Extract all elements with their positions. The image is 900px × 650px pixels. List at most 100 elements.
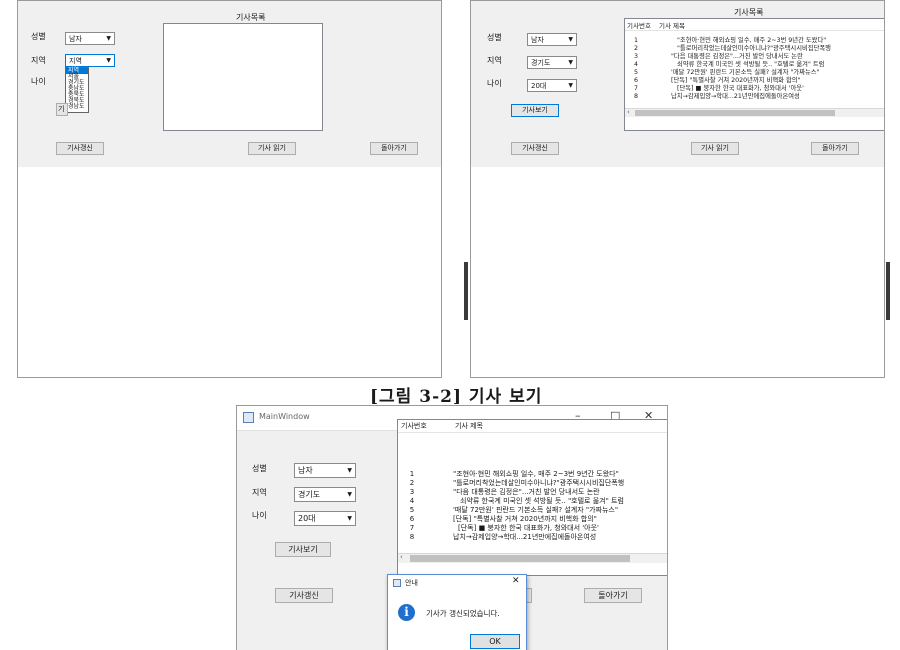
chevron-down-icon[interactable]: ▼ [568,57,573,69]
table-row[interactable]: 7 [단독] ■ 붕자한 한국 대표화가, 청와대서 '아웃' [625,85,884,93]
back-button[interactable]: 돌아가기 [584,588,642,603]
table-row[interactable]: 1 "조현아·현민 해외쇼핑 일수, 매주 2~3번 9년간 도왔다" [625,37,884,45]
scrollbar-thumb[interactable] [635,110,835,116]
region-dropdown-list[interactable]: 지역 서울 경기도 충남도 충북도 경북도 경남도 [65,67,89,113]
age-combobox[interactable]: 20대 ▼ [294,511,356,526]
region-value: 경기도 [531,59,551,67]
col-no-header: 기사번호 [627,22,651,30]
article-no: 6 [409,515,415,523]
region-value: 경기도 [298,490,321,499]
table-row[interactable]: 6 [단독] "특별사찰 거쳐 2020년까지 비핵화 합의" [625,77,884,85]
separator-bar [464,262,468,320]
col-title-header: 기사 제목 [659,22,685,30]
table-row[interactable]: 4 쇠약류 한국계 미국인 셋 석방될 듯.. "호텔로 옮겨" 트럼 [625,61,884,69]
region-combobox[interactable]: 경기도 ▼ [527,56,577,69]
back-button[interactable]: 돌아가기 [811,142,859,155]
article-title: 쇠약류 한국계 미국인 셋 석방될 듯.. "호텔로 옮겨" 트럼 [460,497,624,505]
figure-caption: [그림 3-2] 기사 보기 [370,387,543,407]
screenshot-update-dialog: MainWindow – □ ✕ 기사목록 성별 남자 ▼ 지역 경기도 ▼ 나… [236,405,668,650]
chevron-down-icon[interactable]: ▼ [347,512,352,526]
table-row[interactable]: 2 "틀로머리착었는데살인미수아니냐?"광주택시시비집단폭행 [625,45,884,53]
article-no: 8 [633,93,638,100]
table-row[interactable]: 1 "조현아·현민 해외쇼핑 일수, 매주 2~3번 9년간 도왔다" [398,470,667,479]
article-title: [단독] ■ 붕자한 한국 대표화가, 청와대서 '아웃' [677,85,804,92]
list-header: 기사번호 기사 제목 [625,19,884,31]
scroll-left-icon[interactable]: ‹ [400,553,403,561]
read-article-button[interactable]: 기사 읽기 [248,142,296,155]
region-option[interactable]: 경남도 [66,104,88,110]
region-label: 지역 [31,56,46,65]
table-row[interactable]: 7 [단독] ■ 붕자한 한국 대표화가, 청와대서 '아웃' [398,524,667,533]
article-no: 7 [409,524,415,532]
table-row[interactable]: 3 "다음 대통령은 김정은"...거친 발언 당내서도 논란 [398,488,667,497]
region-combobox[interactable]: 경기도 ▼ [294,487,356,502]
gender-combobox[interactable]: 남자 ▼ [527,33,577,46]
article-title: "틀로머리착었는데살인미수아니냐?"광주택시시비집단폭행 [453,479,625,487]
view-article-button[interactable]: 기사보기 [511,104,559,117]
back-button[interactable]: 돌아가기 [370,142,418,155]
col-title-header: 기사 제목 [455,422,483,430]
dialog-message: 기사가 갱신되었습니다. [426,609,500,618]
article-title: "조현아·현민 해외쇼핑 일수, 매주 2~3번 9년간 도왔다" [677,37,827,44]
window-icon [393,579,401,587]
article-listbox[interactable] [163,23,323,131]
update-articles-button[interactable]: 기사갱신 [511,142,559,155]
update-articles-button[interactable]: 기사갱신 [56,142,104,155]
table-row[interactable]: 6 [단독] "특별사찰 거쳐 2020년까지 비핵화 합의" [398,515,667,524]
age-label: 나이 [487,79,502,88]
article-title: '매달 72만원' 핀란드 기본소득 실패? 설계자 "가짜뉴스" [671,69,820,76]
horizontal-scrollbar[interactable]: ‹ [625,108,884,117]
list-title: 기사목록 [734,8,764,17]
table-row[interactable]: 2 "틀로머리착었는데살인미수아니냐?"광주택시시비집단폭행 [398,479,667,488]
article-listbox[interactable]: 기사번호 기사 제목 1 "조현아·현민 해외쇼핑 일수, 매주 2~3번 9년… [397,419,667,576]
empty-client-area [18,167,441,377]
screenshot-dropdown-open: 기사목록 성별 남자 ▼ 지역 지역 ▼ 지역 서울 경기도 충남도 충북도 경… [17,0,442,378]
age-value: 20대 [531,82,547,90]
table-row[interactable]: 4 쇠약류 한국계 미국인 셋 석방될 듯.. "호텔로 옮겨" 트럼 [398,497,667,506]
ok-button[interactable]: OK [470,634,520,649]
gender-combobox[interactable]: 남자 ▼ [294,463,356,478]
article-title: 납치→감제입양→학대...21년만에집에돌아온여성 [453,533,597,541]
window-title: MainWindow [259,412,310,421]
horizontal-scrollbar[interactable]: ‹ [398,553,667,563]
article-title: "다음 대통령은 김정은"...거친 발언 당내서도 논란 [671,53,803,60]
article-no: 3 [409,488,415,496]
view-article-button[interactable]: 기사보기 [275,542,331,557]
article-no: 2 [409,479,415,487]
screenshot-articles-listed: 기사목록 성별 남자 ▼ 지역 경기도 ▼ 나이 20대 ▼ 기사보기 기사번호… [470,0,885,378]
read-article-button[interactable]: 기사 읽기 [691,142,739,155]
gender-value: 남자 [298,466,313,475]
chevron-down-icon[interactable]: ▼ [568,34,573,46]
table-row[interactable]: 5 '매달 72만원' 핀란드 기본소득 실패? 설계자 "가짜뉴스" [398,506,667,515]
chevron-down-icon[interactable]: ▼ [106,33,111,45]
view-article-button[interactable]: 기사 [56,103,68,116]
article-listbox[interactable]: 기사번호 기사 제목 1 "조현아·현민 해외쇼핑 일수, 매주 2~3번 9년… [624,18,884,131]
chevron-down-icon[interactable]: ▼ [347,488,352,502]
age-value: 20대 [298,514,316,523]
table-row[interactable]: 5 '매달 72만원' 핀란드 기본소득 실패? 설계자 "가짜뉴스" [625,69,884,77]
list-title: 기사목록 [236,13,266,22]
col-no-header: 기사번호 [401,422,427,430]
close-icon[interactable]: ✕ [512,576,520,586]
gender-label: 성별 [487,33,502,42]
scrollbar-thumb[interactable] [410,555,630,562]
article-title: 납치→감제입양→학대...21년만에집에돌아온여성 [671,93,800,100]
article-no: 5 [633,69,638,76]
region-combobox[interactable]: 지역 ▼ [65,54,115,67]
article-title: [단독] "특별사찰 거쳐 2020년까지 비핵화 합의" [671,77,801,84]
separator-bar [886,262,890,320]
article-no: 1 [633,37,638,44]
table-row[interactable]: 8 납치→감제입양→학대...21년만에집에돌아온여성 [398,533,667,542]
info-icon: i [398,604,415,621]
table-row[interactable]: 3 "다음 대통령은 김정은"...거친 발언 당내서도 논란 [625,53,884,61]
article-no: 4 [409,497,415,505]
table-row[interactable]: 8 납치→감제입양→학대...21년만에집에돌아온여성 [625,93,884,101]
chevron-down-icon[interactable]: ▼ [347,464,352,478]
article-no: 5 [409,506,415,514]
chevron-down-icon[interactable]: ▼ [106,55,111,67]
chevron-down-icon[interactable]: ▼ [568,80,573,92]
scroll-left-icon[interactable]: ‹ [627,108,630,116]
age-combobox[interactable]: 20대 ▼ [527,79,577,92]
gender-combobox[interactable]: 남자 ▼ [65,32,115,45]
update-articles-button[interactable]: 기사갱신 [275,588,333,603]
